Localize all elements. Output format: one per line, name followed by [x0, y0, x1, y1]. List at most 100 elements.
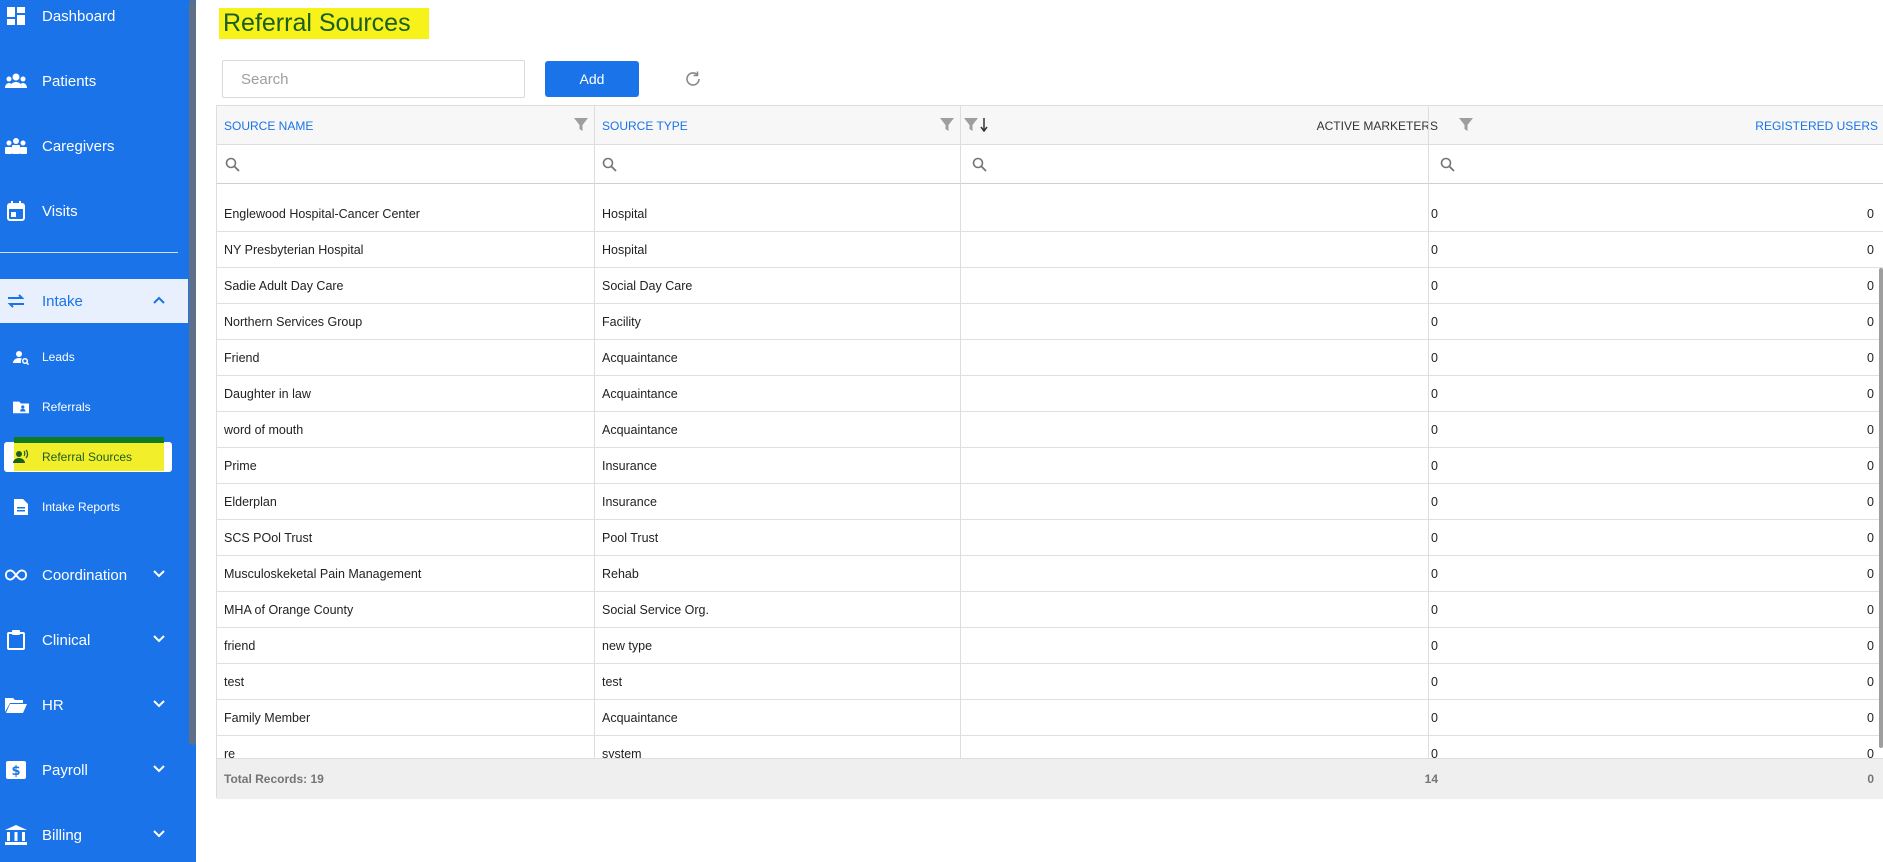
sidebar-item-label: Intake [42, 292, 83, 310]
cell-active-marketers: 0 [1431, 423, 1438, 437]
person-search-icon [13, 349, 29, 365]
person-voice-icon [13, 449, 29, 465]
sidebar-subitem-referral-sources[interactable]: Referral Sources [0, 442, 188, 472]
search-icon[interactable] [225, 157, 240, 172]
cell-active-marketers: 0 [1431, 603, 1438, 617]
sidebar-item-label: Billing [42, 826, 83, 844]
dollar-icon: $ [5, 759, 27, 781]
dashboard-icon [5, 5, 27, 27]
table-body: Englewood Hospital-Cancer Center Hospita… [217, 185, 1883, 758]
sidebar: Dashboard Patients Caregivers Visits Int… [0, 0, 196, 862]
calendar-icon [5, 200, 27, 222]
cell-registered-users: 0 [1867, 639, 1874, 653]
cell-registered-users: 0 [1867, 747, 1874, 758]
table-row[interactable]: Daughter in law Acquaintance 0 0 [217, 376, 1883, 412]
table-row[interactable]: Family Member Acquaintance 0 0 [217, 700, 1883, 736]
search-icon[interactable] [1440, 157, 1455, 172]
table-row[interactable]: MHA of Orange County Social Service Org.… [217, 592, 1883, 628]
sidebar-item-coordination[interactable]: Coordination [0, 553, 188, 597]
column-header-source-type[interactable]: SOURCE TYPE [602, 106, 688, 145]
cell-source-name: Daughter in law [224, 387, 311, 401]
sidebar-item-hr[interactable]: HR [0, 683, 188, 727]
clipboard-icon [5, 629, 27, 651]
sidebar-subitem-label: Referrals [42, 400, 91, 414]
cell-source-type: Acquaintance [602, 387, 678, 401]
table-row[interactable]: Northern Services Group Facility 0 0 [217, 304, 1883, 340]
table-row[interactable]: Englewood Hospital-Cancer Center Hospita… [217, 196, 1883, 232]
cell-active-marketers: 0 [1431, 711, 1438, 725]
cell-registered-users: 0 [1867, 207, 1874, 221]
cell-source-name: Elderplan [224, 495, 277, 509]
sidebar-item-clinical[interactable]: Clinical [0, 618, 188, 662]
cell-source-type: Insurance [602, 459, 657, 473]
sidebar-subitem-leads[interactable]: Leads [0, 342, 188, 372]
filter-icon[interactable] [940, 118, 954, 132]
table-header: SOURCE NAME SOURCE TYPE ACTIVE MARKETERS… [217, 106, 1883, 145]
table-row[interactable]: Elderplan Insurance 0 0 [217, 484, 1883, 520]
table-row[interactable]: friend new type 0 0 [217, 628, 1883, 664]
cell-registered-users: 0 [1867, 567, 1874, 581]
table-row[interactable]: SCS POol Trust Pool Trust 0 0 [217, 520, 1883, 556]
table-row[interactable]: Musculoskeketal Pain Management Rehab 0 … [217, 556, 1883, 592]
bank-icon [5, 824, 27, 846]
filter-row [217, 145, 1883, 184]
sidebar-subitem-intake-reports[interactable]: Intake Reports [0, 492, 188, 522]
table-row[interactable]: re system 0 0 [217, 736, 1883, 758]
sidebar-item-dashboard[interactable]: Dashboard [0, 0, 188, 38]
cell-source-name: Englewood Hospital-Cancer Center [224, 207, 420, 221]
filter-icon[interactable] [964, 118, 978, 132]
column-header-active-marketers[interactable]: ACTIVE MARKETERS [1197, 106, 1438, 145]
sidebar-subitem-referrals[interactable]: Referrals [0, 392, 188, 422]
cell-active-marketers: 0 [1431, 315, 1438, 329]
cell-source-name: Sadie Adult Day Care [224, 279, 344, 293]
page-title: Referral Sources [223, 9, 411, 37]
table-row[interactable]: Sadie Adult Day Care Social Day Care 0 0 [217, 268, 1883, 304]
cell-source-name: MHA of Orange County [224, 603, 354, 617]
sidebar-item-label: Visits [42, 202, 78, 220]
cell-registered-users: 0 [1867, 315, 1874, 329]
filter-icon[interactable] [1459, 118, 1473, 132]
cell-source-name: Family Member [224, 711, 311, 725]
add-button[interactable]: Add [545, 61, 639, 97]
filter-icon[interactable] [574, 118, 588, 132]
search-icon[interactable] [972, 157, 987, 172]
swap-icon [5, 290, 27, 312]
cell-source-name: test [224, 675, 245, 689]
refresh-icon[interactable] [684, 70, 702, 88]
table-row[interactable]: NY Presbyterian Hospital Hospital 0 0 [217, 232, 1883, 268]
page-title-highlight: Referral Sources [219, 8, 429, 39]
cell-source-type: Acquaintance [602, 711, 678, 725]
cell-registered-users: 0 [1867, 495, 1874, 509]
chevron-down-icon [152, 697, 166, 711]
sidebar-item-caregivers[interactable]: Caregivers [0, 124, 188, 168]
cell-source-type: Acquaintance [602, 423, 678, 437]
column-header-source-name[interactable]: SOURCE NAME [224, 106, 313, 145]
infinity-icon [5, 564, 27, 586]
sidebar-subitem-label: Referral Sources [42, 450, 133, 464]
sort-descending-icon[interactable] [980, 118, 994, 133]
table-row[interactable]: Prime Insurance 0 0 [217, 448, 1883, 484]
chevron-up-icon [152, 293, 166, 307]
table-row[interactable]: word of mouth Acquaintance 0 0 [217, 412, 1883, 448]
sidebar-scrollbar[interactable] [189, 0, 196, 745]
search-input[interactable]: Search [222, 60, 525, 98]
search-icon[interactable] [602, 157, 617, 172]
cell-registered-users: 0 [1867, 279, 1874, 293]
sidebar-item-payroll[interactable]: $ Payroll [0, 748, 188, 792]
sidebar-item-billing[interactable]: Billing [0, 813, 188, 857]
chevron-down-icon [152, 827, 166, 841]
cell-source-name: NY Presbyterian Hospital [224, 243, 364, 257]
cell-active-marketers: 0 [1431, 387, 1438, 401]
cell-source-type: Pool Trust [602, 531, 659, 545]
table-scrollbar[interactable] [1879, 268, 1883, 748]
document-icon [13, 499, 29, 515]
sidebar-item-intake[interactable]: Intake [0, 279, 188, 323]
table-row[interactable]: Friend Acquaintance 0 0 [217, 340, 1883, 376]
sidebar-item-visits[interactable]: Visits [0, 189, 188, 233]
column-header-registered-users[interactable]: REGISTERED USERS [1657, 106, 1878, 145]
table-row[interactable]: test test 0 0 [217, 664, 1883, 700]
cell-source-name: word of mouth [224, 423, 304, 437]
sidebar-item-patients[interactable]: Patients [0, 59, 188, 103]
cell-active-marketers: 0 [1431, 495, 1438, 509]
cell-source-type: Social Day Care [602, 279, 693, 293]
